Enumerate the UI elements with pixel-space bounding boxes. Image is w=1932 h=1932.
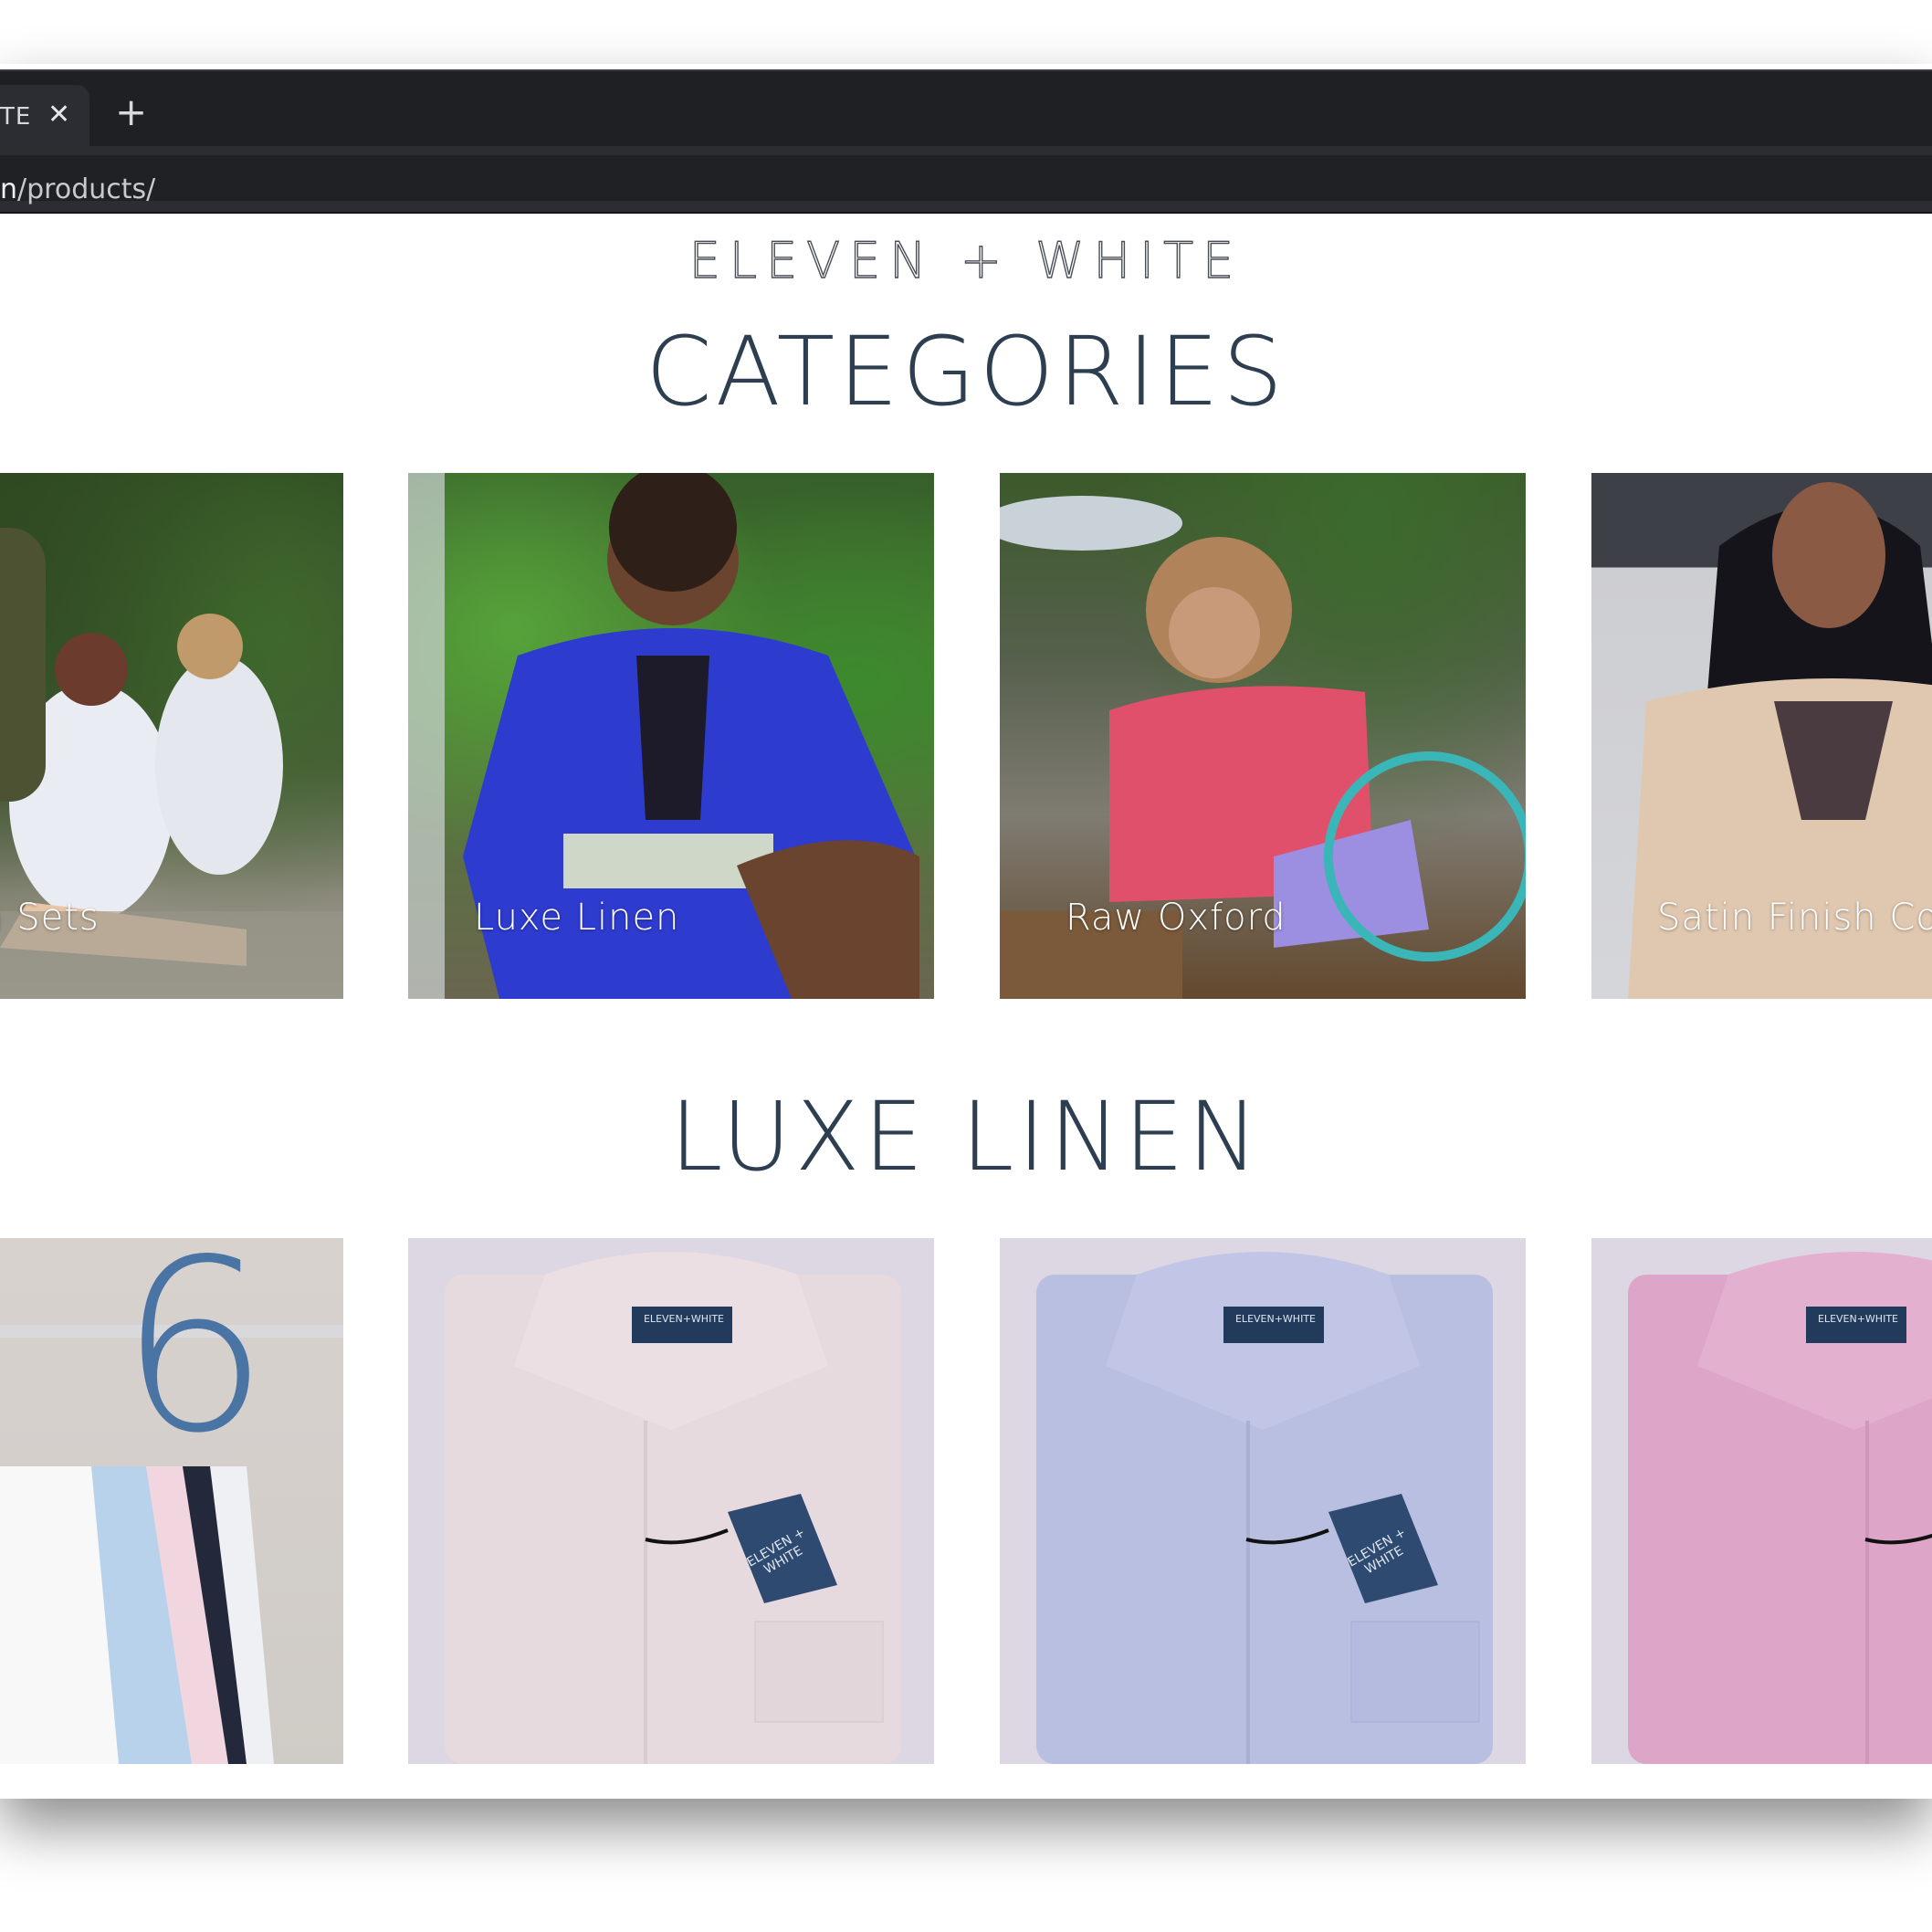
address-bar: n/products/ [0,146,1932,214]
category-label: Luxe Linen [474,897,680,939]
product-card-shirt-blue[interactable]: ELEVEN+WHITE ELEVEN + WHITE [1000,1238,1526,1764]
shirt-collar-label: ELEVEN+WHITE [1234,1313,1316,1325]
new-tab-icon[interactable]: + [115,93,147,131]
shirt-collar-label: ELEVEN+WHITE [643,1313,724,1325]
url-text[interactable]: n/products/ [0,173,155,205]
site-logo[interactable]: ELEVEN + WHITE [0,231,1932,289]
category-card-raw-oxford[interactable]: Raw Oxford [1000,473,1526,999]
tab-title: TE [0,103,32,131]
category-label: nation Sets [0,897,100,939]
product-card-shirt-pink[interactable]: ELEVEN+WHITE [1591,1238,1932,1764]
category-card-satin-finish-cotton[interactable]: Satin Finish Cot [1591,473,1932,999]
shirt-collar-label: ELEVEN+WHITE [1817,1313,1898,1325]
url-field[interactable]: n/products/ [0,155,1932,205]
category-label: Satin Finish Cot [1657,897,1932,939]
browser-tab[interactable]: TE ✕ [0,85,89,148]
category-label: Raw Oxford [1066,897,1286,939]
product-card-collection[interactable]: 6 [0,1238,343,1764]
item-count-badge: 6 [119,1238,270,1486]
tab-strip: TE ✕ + [0,69,1932,148]
category-card-luxe-linen[interactable]: Luxe Linen [408,473,934,999]
url-path: /products/ [17,173,156,205]
page-content: ELEVEN + WHITE CATEGORIES nation Sets Lu… [0,214,1932,1795]
luxe-linen-title: LUXE LINEN [669,1081,1263,1192]
category-card-combination-sets[interactable]: nation Sets [0,473,343,999]
url-host: n [0,173,18,205]
close-icon[interactable]: ✕ [47,100,70,131]
categories-title: CATEGORIES [645,316,1287,427]
product-card-shirt-blush[interactable]: ELEVEN+WHITE ELEVEN + WHITE [408,1238,934,1764]
